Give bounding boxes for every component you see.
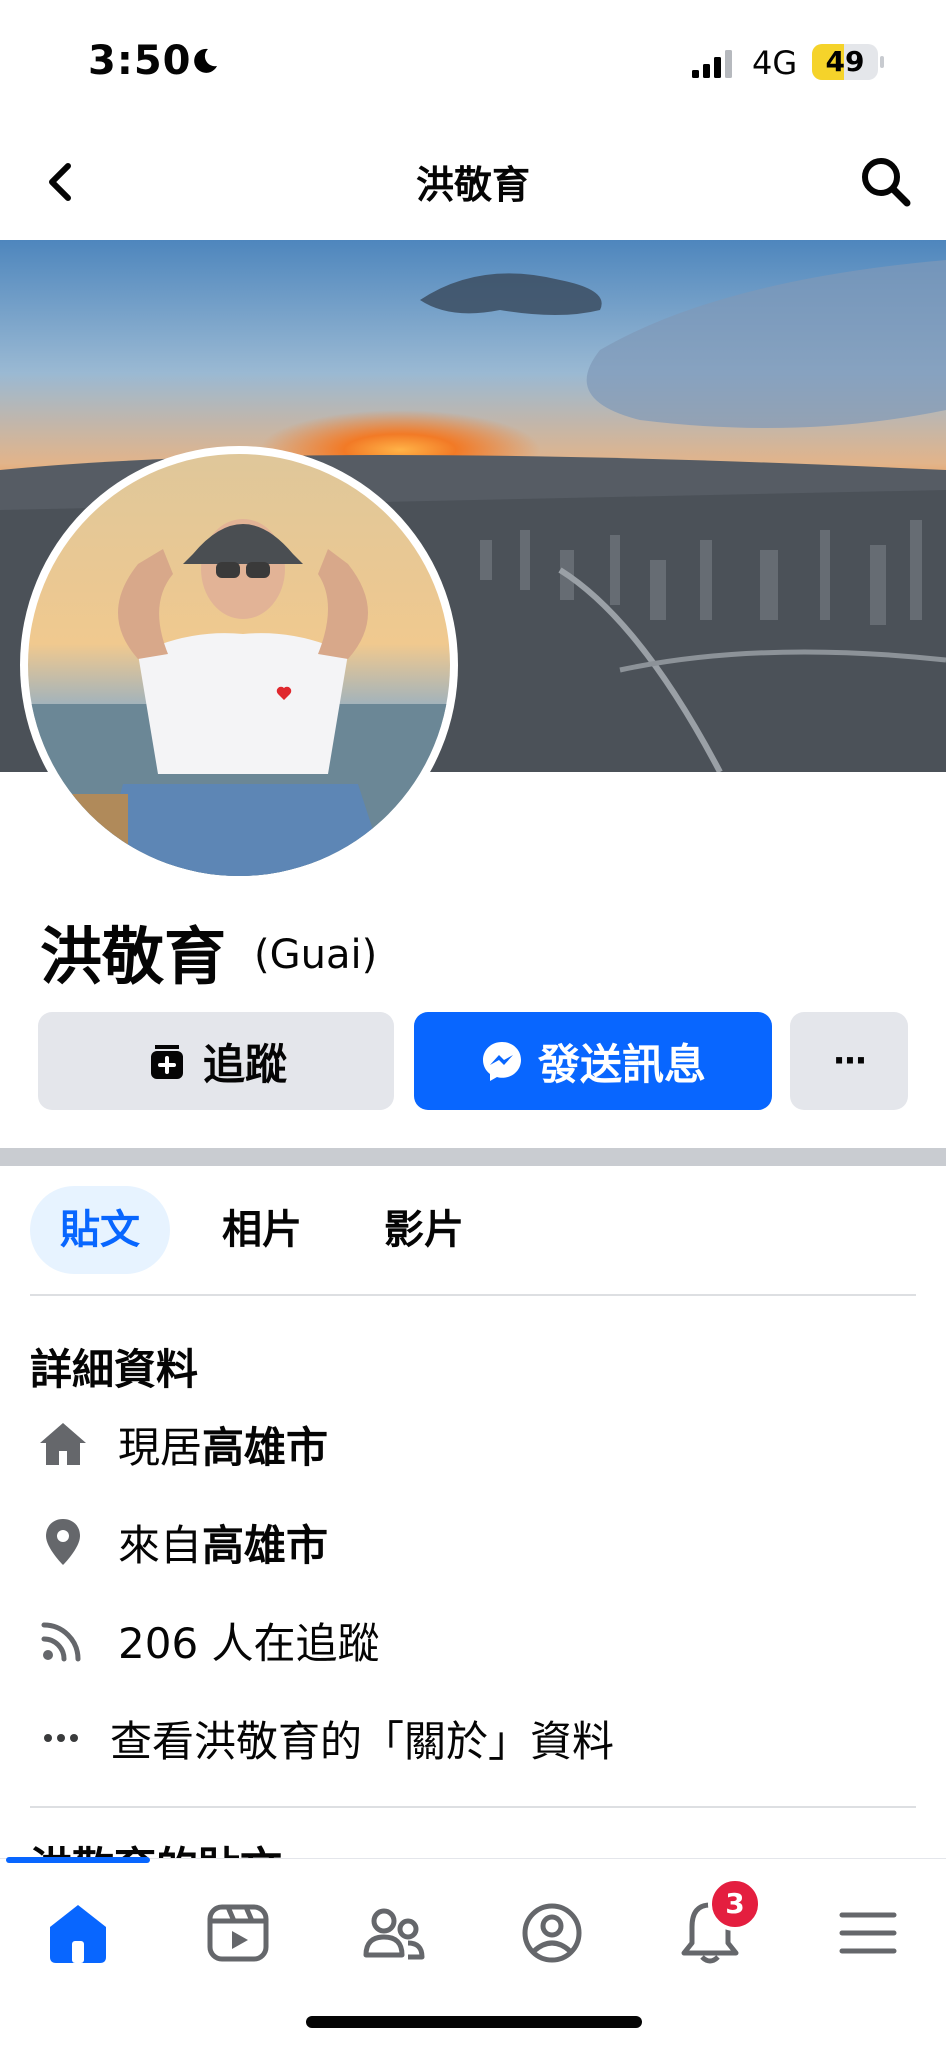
status-bar: 3:50 4G 49 (0, 0, 946, 128)
followers-count[interactable]: 206 人在追蹤 (118, 1610, 380, 1671)
moon-icon (194, 48, 217, 73)
detail-from: 來自 高雄市 (36, 1512, 328, 1572)
section-divider (0, 1148, 946, 1166)
notification-badge: 3 (708, 1877, 762, 1931)
about-link[interactable]: 查看洪敬育的「關於」資料 (110, 1708, 614, 1769)
more-options-button[interactable]: ··· (790, 1012, 908, 1110)
friends-icon[interactable] (354, 1893, 434, 1973)
home-indicator[interactable] (306, 2016, 642, 2028)
send-message-button[interactable]: 發送訊息 (414, 1012, 772, 1110)
top-header: 洪敬育 (0, 128, 946, 240)
home-icon (40, 1423, 86, 1465)
tab-photos[interactable]: 相片 (192, 1186, 332, 1274)
battery-level: 49 (825, 45, 865, 78)
send-message-label: 發送訊息 (537, 1039, 706, 1089)
more-dots-icon (44, 1734, 78, 1742)
detail-lives-in: 現居 高雄市 (36, 1414, 328, 1474)
from-city[interactable]: 高雄市 (202, 1512, 328, 1573)
lives-city[interactable]: 高雄市 (202, 1414, 328, 1475)
messenger-icon (482, 1042, 521, 1081)
menu-icon[interactable] (828, 1893, 908, 1973)
follow-button[interactable]: 追蹤 (38, 1012, 394, 1110)
video-icon[interactable] (198, 1893, 278, 1973)
details-title: 詳細資料 (30, 1345, 199, 1394)
tab-posts[interactable]: 貼文 (30, 1186, 170, 1274)
follow-icon (150, 1045, 183, 1079)
home-icon[interactable] (38, 1893, 118, 1973)
nav-active-indicator (6, 1857, 150, 1863)
rss-feed-icon (41, 1622, 81, 1662)
profile-icon[interactable] (512, 1893, 592, 1973)
detail-about[interactable]: 查看洪敬育的「關於」資料 (36, 1708, 614, 1768)
follow-label: 追蹤 (202, 1039, 287, 1089)
more-label: ··· (832, 1041, 868, 1081)
tab-videos[interactable]: 影片 (354, 1186, 494, 1274)
details-divider (30, 1806, 916, 1808)
profile-alt-name: (Guai) (254, 932, 378, 978)
from-prefix: 來自 (118, 1520, 203, 1570)
lives-prefix: 現居 (118, 1422, 203, 1472)
tabs-divider (30, 1294, 916, 1296)
avatar[interactable] (20, 446, 458, 884)
signal-icon (692, 50, 732, 78)
detail-followers: 206 人在追蹤 (36, 1610, 380, 1670)
search-icon[interactable] (856, 152, 916, 212)
location-pin-icon (46, 1519, 80, 1565)
page-title: 洪敬育 (415, 163, 530, 207)
profile-name: 洪敬育 (40, 920, 227, 993)
battery-icon: 49 (812, 44, 884, 80)
status-time: 3:50 (88, 38, 192, 84)
network-type: 4G (752, 44, 798, 82)
